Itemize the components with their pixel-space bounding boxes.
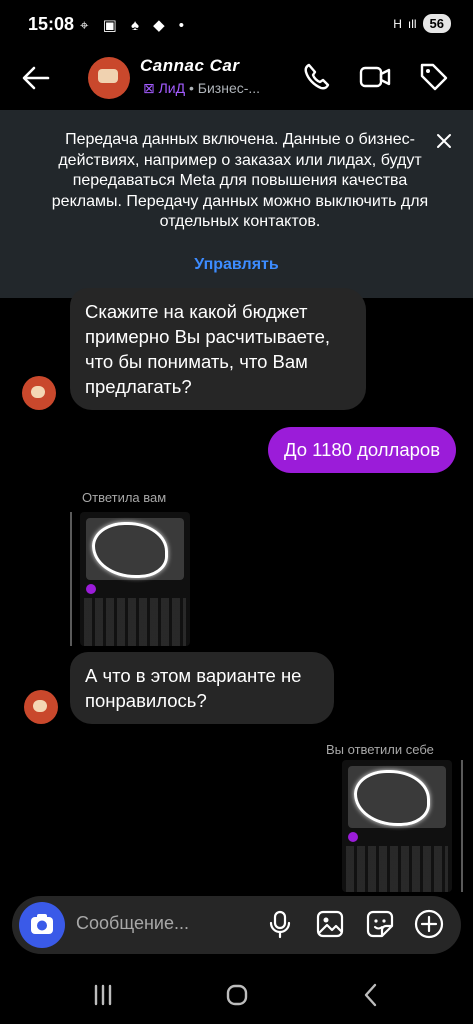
home-icon[interactable]: [222, 980, 252, 1015]
tag-icon[interactable]: [417, 60, 451, 94]
signal-icon: ıll: [407, 16, 417, 31]
clock: 15:08: [28, 14, 75, 34]
battery-badge: 56: [422, 14, 451, 33]
sticker-icon[interactable]: [364, 908, 396, 940]
close-icon[interactable]: [433, 130, 455, 152]
reply-indicator: [461, 760, 463, 892]
gallery-icon[interactable]: [314, 908, 346, 940]
message-input[interactable]: Сообщение...: [76, 913, 189, 934]
business-label: • Бизнес-...: [185, 80, 261, 96]
screenshot-keyboard: [346, 846, 448, 892]
message-composer: Сообщение...: [12, 896, 461, 954]
contact-subtitle[interactable]: ⊠ ЛиД • Бизнес-...: [143, 80, 260, 97]
notification-icons: ⌖ ▣ ♠ ◆ •: [80, 17, 190, 34]
back-arrow-icon[interactable]: [18, 60, 54, 96]
lead-badge: ⊠ ЛиД: [143, 80, 186, 96]
banner-text: Передача данных включена. Данные о бизне…: [51, 131, 429, 230]
sender-avatar[interactable]: [24, 690, 58, 724]
camera-button[interactable]: [19, 902, 65, 948]
replied-screenshot[interactable]: [80, 512, 190, 646]
screenshot-camera-dot: [86, 584, 96, 594]
reply-caption: Ответила вам: [82, 490, 167, 505]
reply-indicator: [70, 512, 72, 646]
network-icon: H: [393, 16, 402, 31]
incoming-message[interactable]: Скажите на какой бюджет примерно Вы расч…: [70, 288, 366, 410]
chat-header: Cannac Car ⊠ ЛиД • Бизнес-...: [0, 52, 473, 110]
system-navigation-bar: [0, 968, 473, 1024]
contact-name[interactable]: Cannac Car: [140, 56, 239, 76]
contact-avatar[interactable]: [88, 57, 130, 99]
video-call-icon[interactable]: [358, 60, 392, 94]
microphone-icon[interactable]: [264, 908, 296, 940]
add-icon[interactable]: [413, 908, 445, 940]
incoming-message[interactable]: А что в этом варианте не понравилось?: [70, 652, 334, 724]
outgoing-message[interactable]: До 1180 долларов: [268, 427, 457, 473]
recent-apps-icon[interactable]: [88, 980, 118, 1015]
back-nav-icon[interactable]: [356, 980, 386, 1015]
status-right: H ıll 56: [393, 14, 451, 33]
manage-link[interactable]: Управлять: [0, 256, 473, 274]
status-bar: 15:08 ⌖ ▣ ♠ ◆ • H ıll 56: [0, 0, 473, 50]
phone-icon[interactable]: [300, 60, 334, 94]
replied-screenshot[interactable]: [342, 760, 452, 892]
reply-caption: Вы ответили себе: [326, 742, 434, 757]
data-sharing-banner: Передача данных включена. Данные о бизне…: [0, 110, 473, 298]
sender-avatar[interactable]: [22, 376, 56, 410]
screenshot-keyboard: [84, 598, 186, 646]
screenshot-camera-dot: [348, 832, 358, 842]
